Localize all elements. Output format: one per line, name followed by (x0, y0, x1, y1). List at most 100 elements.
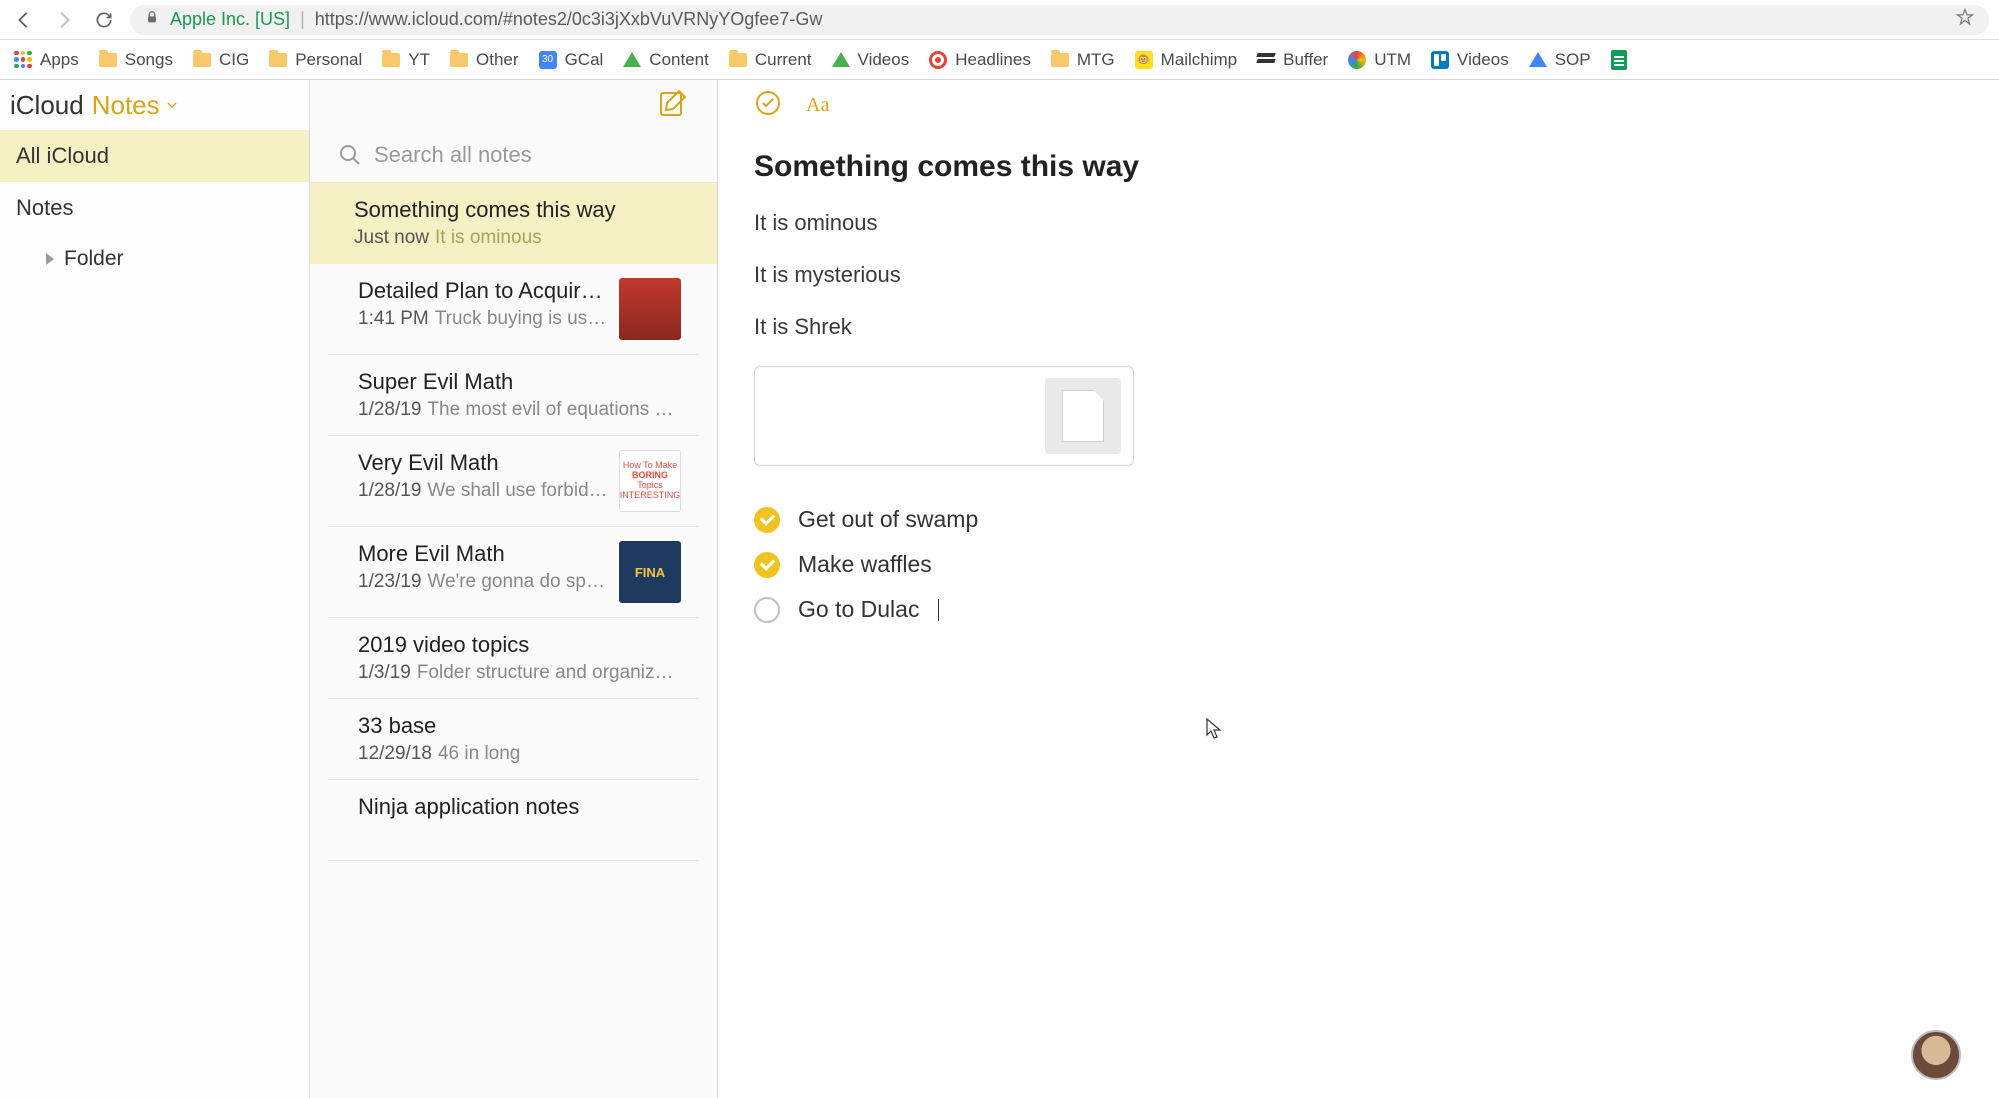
bookmark-label: Videos (858, 50, 910, 70)
document-icon (1045, 378, 1121, 454)
section-dropdown[interactable]: Notes (92, 90, 180, 121)
bookmark-sheets[interactable] (1611, 50, 1627, 70)
folder-icon (193, 53, 211, 67)
bookmark-label: Mailchimp (1161, 50, 1238, 70)
note-list-item[interactable]: 2019 video topics1/3/19Folder structure … (328, 618, 699, 699)
note-item-meta: 1/28/19The most evil of equations shal… (358, 399, 681, 421)
note-list-item[interactable]: Super Evil Math1/28/19The most evil of e… (328, 355, 699, 436)
checkbox[interactable] (754, 507, 780, 533)
gdriveblue-icon (1529, 52, 1547, 67)
search-row (310, 130, 717, 183)
note-item-time: 12/29/18 (358, 743, 432, 764)
note-list-item[interactable]: Very Evil Math1/28/19We shall use forbid… (328, 436, 699, 527)
note-paragraph[interactable]: It is ominous (754, 210, 1963, 236)
note-list-item[interactable]: 33 base12/29/1846 in long (328, 699, 699, 780)
trello-icon (1431, 51, 1449, 69)
folder-label: Folder (64, 247, 124, 271)
bookmark-UTM[interactable]: UTM (1348, 50, 1411, 70)
bookmark-Current[interactable]: Current (729, 50, 812, 70)
bookmark-CIG[interactable]: CIG (193, 50, 249, 70)
text-cursor (938, 599, 939, 621)
text-style-button[interactable]: Aa (804, 89, 832, 122)
bookmark-Personal[interactable]: Personal (269, 50, 362, 70)
user-avatar[interactable] (1911, 1030, 1961, 1080)
gcal-icon: 30 (539, 51, 557, 69)
bookmark-label: YT (408, 50, 430, 70)
checklist-text[interactable]: Get out of swamp (798, 506, 978, 533)
search-input[interactable] (374, 142, 697, 168)
bookmark-Apps[interactable]: Apps (14, 50, 79, 70)
address-bar[interactable]: Apple Inc. [US] | https://www.icloud.com… (130, 5, 1989, 35)
chevron-down-icon (164, 97, 180, 113)
target-icon (929, 51, 947, 69)
checklist-button[interactable] (754, 89, 782, 122)
note-editor[interactable]: Aa Something comes this way It is ominou… (718, 80, 1999, 1098)
note-list-item[interactable]: Ninja application notes (328, 780, 699, 861)
bookmark-GCal[interactable]: 30 GCal (539, 50, 604, 70)
note-item-preview: 46 in long (438, 743, 520, 764)
bookmark-SOP[interactable]: SOP (1529, 50, 1591, 70)
folder-label: Notes (16, 195, 73, 221)
bookmark-label: Content (649, 50, 709, 70)
notes-list-column: Something comes this wayJust nowIt is om… (310, 80, 718, 1098)
gdrive-icon (832, 52, 850, 67)
checklist[interactable]: Get out of swamp Make waffles Go to Dulac (754, 506, 1963, 623)
bookmark-Headlines[interactable]: Headlines (929, 50, 1031, 70)
checklist-text[interactable]: Go to Dulac (798, 596, 919, 623)
bookmark-YT[interactable]: YT (382, 50, 430, 70)
note-title[interactable]: Something comes this way (754, 150, 1963, 184)
compose-note-button[interactable] (657, 87, 689, 124)
bookmark-MTG[interactable]: MTG (1051, 50, 1115, 70)
bookmarks-bar: Apps Songs CIG Personal YT Other 30 GCal Content… (0, 40, 1999, 80)
note-item-title: Something comes this way (354, 197, 697, 223)
note-list-item[interactable]: More Evil Math1/23/19We're gonna do spel… (328, 527, 699, 618)
note-item-preview: We're gonna do spells, … (427, 571, 609, 592)
folder-item[interactable]: Notes (0, 182, 309, 234)
brand-label: iCloud (10, 90, 84, 121)
bookmark-star-icon[interactable] (1955, 7, 1975, 32)
bookmark-Videos[interactable]: Videos (832, 50, 910, 70)
buffer-icon (1257, 53, 1275, 67)
checkbox[interactable] (754, 552, 780, 578)
caret-right-icon (46, 253, 54, 265)
checklist-text[interactable]: Make waffles (798, 551, 932, 578)
folder-item[interactable]: Folder (0, 234, 309, 284)
bookmark-Content[interactable]: Content (623, 50, 709, 70)
folder-icon (269, 53, 287, 67)
folder-label: All iCloud (16, 143, 109, 169)
bookmark-Buffer[interactable]: Buffer (1257, 50, 1328, 70)
note-paragraph[interactable]: It is Shrek (754, 314, 1963, 340)
bookmark-Songs[interactable]: Songs (99, 50, 173, 70)
bookmark-Videos[interactable]: Videos (1431, 50, 1509, 70)
site-identity: Apple Inc. [US] (170, 9, 290, 30)
notes-app: iCloud Notes All iCloud Notes Folder Somet… (0, 80, 1999, 1098)
note-list-item[interactable]: Detailed Plan to Acquire a F…1:41 PMTruc… (328, 264, 699, 355)
bookmark-label: Videos (1457, 50, 1509, 70)
checklist-item[interactable]: Go to Dulac (754, 596, 1963, 623)
note-item-time: 1/3/19 (358, 662, 411, 683)
note-thumbnail: FINA (619, 541, 681, 603)
checklist-item[interactable]: Get out of swamp (754, 506, 1963, 533)
attachment-box[interactable] (754, 366, 1134, 466)
bookmark-Mailchimp[interactable]: 🐵Mailchimp (1135, 50, 1238, 70)
checklist-item[interactable]: Make waffles (754, 551, 1963, 578)
note-paragraph[interactable]: It is mysterious (754, 262, 1963, 288)
bookmark-label: Buffer (1283, 50, 1328, 70)
folder-icon (382, 53, 400, 67)
app-title[interactable]: iCloud Notes (0, 80, 309, 130)
note-item-title: Ninja application notes (358, 794, 681, 820)
bookmark-Other[interactable]: Other (450, 50, 519, 70)
notes-list[interactable]: Something comes this wayJust nowIt is om… (310, 183, 717, 1098)
folders-sidebar: iCloud Notes All iCloud Notes Folder (0, 80, 310, 1098)
note-item-preview: It is ominous (435, 227, 542, 248)
note-item-meta: 1:41 PMTruck buying is usually … (358, 308, 609, 330)
bookmark-label: GCal (565, 50, 604, 70)
note-body[interactable]: Something comes this way It is ominous It… (754, 130, 1963, 661)
checkbox[interactable] (754, 597, 780, 623)
browser-back-button[interactable] (10, 6, 38, 34)
note-list-item[interactable]: Something comes this wayJust nowIt is om… (310, 183, 717, 264)
browser-forward-button[interactable] (50, 6, 78, 34)
browser-reload-button[interactable] (90, 6, 118, 34)
editor-toolbar: Aa (754, 80, 1963, 130)
folder-item[interactable]: All iCloud (0, 130, 309, 182)
